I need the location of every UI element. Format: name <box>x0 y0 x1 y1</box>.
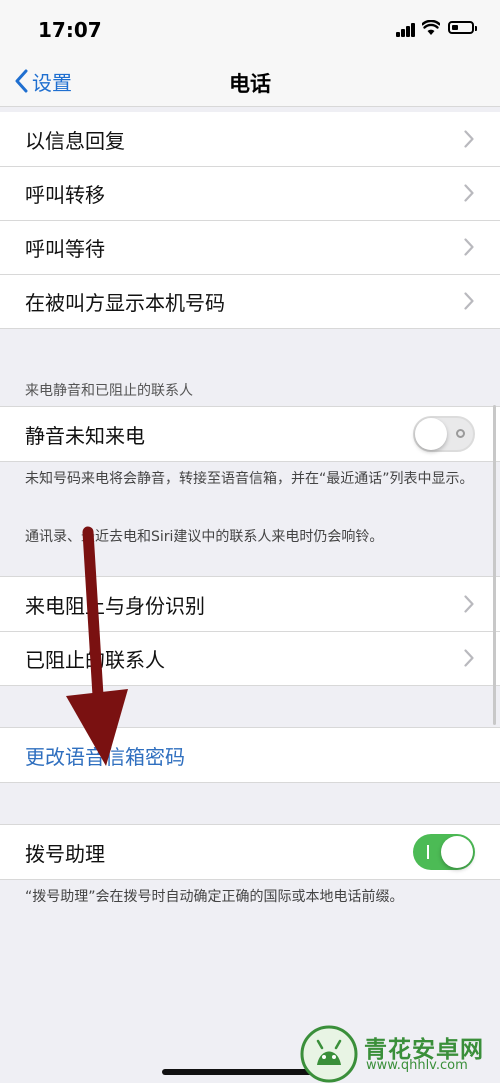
toggle-on-mark <box>427 845 429 859</box>
silence-footnote-1: 未知号码来电将会静音，转接至语音信箱，并在“最近通话”列表中显示。 <box>25 471 474 487</box>
page-title: 电话 <box>229 72 271 96</box>
silence-footnote-2: 通讯录、最近去电和Siri建议中的联系人来电时仍会响铃。 <box>25 529 384 545</box>
call-settings-group: 以信息回复 呼叫转移 呼叫等待 在被叫方显示本机号码 <box>0 112 500 329</box>
list-item-blocked-contacts[interactable]: 已阻止的联系人 <box>0 631 500 685</box>
list-item-call-forwarding[interactable]: 呼叫转移 <box>0 166 500 220</box>
chevron-right-icon <box>464 649 474 667</box>
toggle-knob <box>441 836 473 868</box>
dial-assist-group: 拨号助理 <box>0 824 500 880</box>
row-label: 呼叫转移 <box>25 182 105 207</box>
row-label: 拨号助理 <box>25 841 105 866</box>
row-label: 静音未知来电 <box>25 423 145 448</box>
list-item-reply-with-message[interactable]: 以信息回复 <box>0 112 500 166</box>
watermark: 青花安卓网 www.qhhlv.com <box>300 1025 496 1083</box>
chevron-right-icon <box>464 292 474 310</box>
status-time: 17:07 <box>38 18 102 42</box>
status-bar: 17:07 <box>0 0 500 56</box>
silence-unknown-callers-row: 静音未知来电 <box>0 407 500 461</box>
section-header: 来电静音和已阻止的联系人 <box>25 383 193 399</box>
list-item-call-blocking[interactable]: 来电阻止与身份识别 <box>0 577 500 631</box>
scrollbar[interactable] <box>493 405 496 725</box>
watermark-logo-icon <box>300 1025 358 1083</box>
dial-assist-footnote: “拨号助理”会在拨号时自动确定正确的国际或本地电话前缀。 <box>25 889 404 905</box>
voicemail-group: 更改语音信箱密码 <box>0 727 500 783</box>
change-voicemail-password-button[interactable]: 更改语音信箱密码 <box>0 728 500 782</box>
row-label: 来电阻止与身份识别 <box>25 593 205 618</box>
nav-bar: 设置 电话 <box>0 56 500 107</box>
row-label: 在被叫方显示本机号码 <box>25 290 225 315</box>
dial-assist-toggle[interactable] <box>413 834 475 870</box>
row-label: 以信息回复 <box>25 128 125 153</box>
list-item-show-my-caller-id[interactable]: 在被叫方显示本机号码 <box>0 274 500 328</box>
chevron-right-icon <box>464 595 474 613</box>
battery-icon <box>448 21 477 34</box>
silence-unknown-group: 静音未知来电 <box>0 406 500 462</box>
toggle-knob <box>415 418 447 450</box>
row-label: 已阻止的联系人 <box>25 647 165 672</box>
chevron-right-icon <box>464 130 474 148</box>
dial-assist-row: 拨号助理 <box>0 825 500 879</box>
chevron-right-icon <box>464 184 474 202</box>
row-label: 呼叫等待 <box>25 236 105 261</box>
signal-icon <box>396 23 416 37</box>
wifi-icon <box>422 20 440 35</box>
list-item-call-waiting[interactable]: 呼叫等待 <box>0 220 500 274</box>
silence-unknown-callers-toggle[interactable] <box>413 416 475 452</box>
toggle-off-mark <box>456 429 465 438</box>
chevron-right-icon <box>464 238 474 256</box>
call-blocking-group: 来电阻止与身份识别 已阻止的联系人 <box>0 576 500 686</box>
watermark-url: www.qhhlv.com <box>366 1058 468 1073</box>
change-voicemail-password-label: 更改语音信箱密码 <box>25 744 185 769</box>
